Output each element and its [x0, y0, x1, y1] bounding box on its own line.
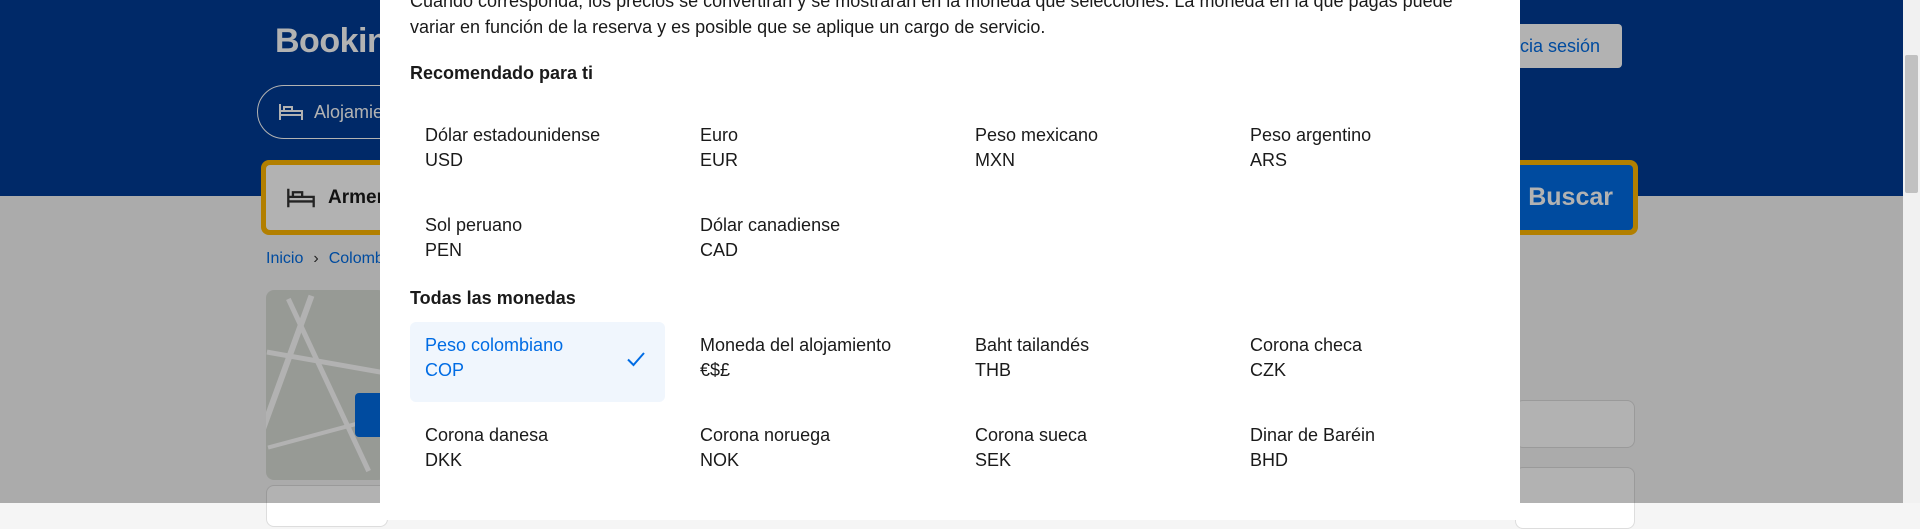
currency-option-dkk[interactable]: Corona danesa DKK — [410, 412, 665, 492]
currency-code: DKK — [425, 450, 463, 470]
currency-intro-text: Cuando corresponda, los precios se conve… — [410, 0, 1453, 37]
currency-code: CZK — [1250, 360, 1286, 380]
currency-name: Corona noruega — [700, 425, 831, 445]
currency-option-usd[interactable]: Dólar estadounidense USD — [410, 112, 665, 192]
currency-option-cad[interactable]: Dólar canadiense CAD — [685, 202, 940, 282]
currency-option-bhd[interactable]: Dinar de Baréin BHD — [1235, 412, 1490, 492]
recommended-title: Recomendado para ti — [410, 63, 594, 83]
currency-code: SEK — [975, 450, 1012, 470]
currency-option-ars[interactable]: Peso argentino ARS — [1235, 112, 1490, 192]
currency-name: Euro — [700, 125, 739, 145]
currency-option-thb[interactable]: Baht tailandés THB — [960, 322, 1215, 402]
currency-option-property[interactable]: Moneda del alojamiento €$£ — [685, 322, 940, 402]
currency-name: Peso mexicano — [975, 125, 1099, 145]
currency-code: €$£ — [700, 360, 731, 380]
currency-code: ARS — [1250, 150, 1288, 170]
currency-code: MXN — [975, 150, 1015, 170]
currency-code: PEN — [425, 240, 463, 260]
currency-name: Peso colombiano — [425, 335, 564, 355]
currency-name: Dólar estadounidense — [425, 125, 601, 145]
currency-code: CAD — [700, 240, 739, 260]
checkmark-icon — [627, 352, 645, 367]
currency-code: EUR — [700, 150, 739, 170]
currency-code: NOK — [700, 450, 740, 470]
currency-name: Sol peruano — [425, 215, 523, 235]
currency-name: Moneda del alojamiento — [700, 335, 892, 355]
currency-name: Corona sueca — [975, 425, 1088, 445]
currency-code: COP — [425, 360, 465, 380]
scrollbar-thumb[interactable] — [1905, 55, 1918, 193]
currency-name: Corona danesa — [425, 425, 549, 445]
currency-name: Dólar canadiense — [700, 215, 841, 235]
currency-code: THB — [975, 360, 1011, 380]
currency-option-pen[interactable]: Sol peruano PEN — [410, 202, 665, 282]
all-currencies-title: Todas las monedas — [410, 288, 576, 308]
currency-name: Baht tailandés — [975, 335, 1090, 355]
currency-name: Peso argentino — [1250, 125, 1372, 145]
currency-code: USD — [425, 150, 464, 170]
currency-option-cop[interactable]: Peso colombiano COP — [410, 322, 665, 402]
currency-code: BHD — [1250, 450, 1289, 470]
currency-name: Dinar de Baréin — [1250, 425, 1376, 445]
currency-option-sek[interactable]: Corona sueca SEK — [960, 412, 1215, 492]
currency-option-eur[interactable]: Euro EUR — [685, 112, 940, 192]
currency-option-nok[interactable]: Corona noruega NOK — [685, 412, 940, 492]
currency-option-czk[interactable]: Corona checa CZK — [1235, 322, 1490, 402]
currency-option-mxn[interactable]: Peso mexicano MXN — [960, 112, 1215, 192]
currency-name: Corona checa — [1250, 335, 1363, 355]
